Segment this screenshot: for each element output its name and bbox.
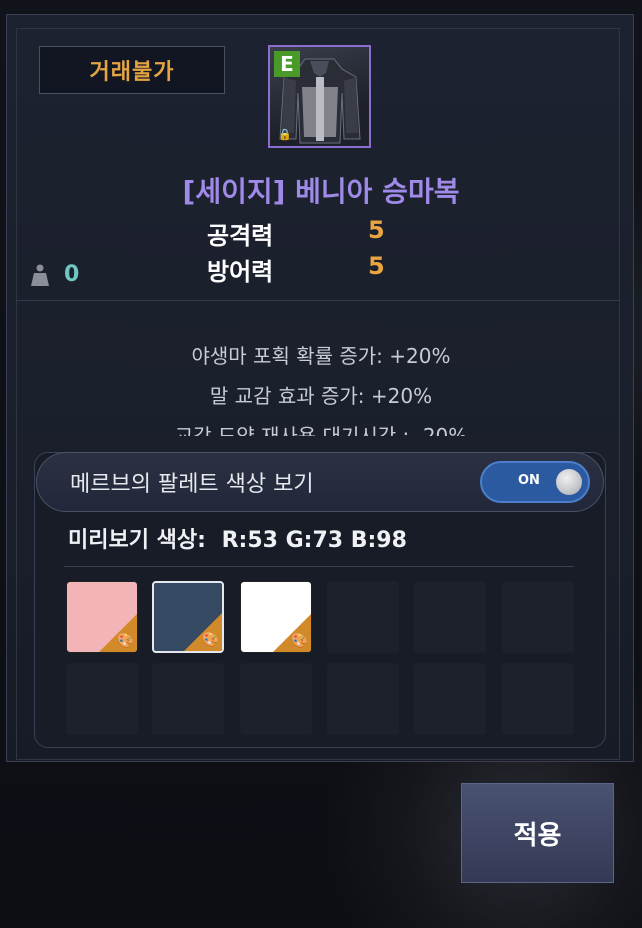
weight-icon xyxy=(31,264,49,286)
empty-swatch-slot[interactable] xyxy=(240,663,312,735)
item-icon: E 🔒 xyxy=(268,45,371,148)
empty-swatch-slot[interactable] xyxy=(152,663,224,735)
item-name: [세이지] 베니아 승마복 xyxy=(182,175,460,208)
empty-swatch-slot[interactable] xyxy=(414,663,486,735)
item-grade-badge: E xyxy=(274,51,300,77)
empty-swatch-slot[interactable] xyxy=(327,581,399,653)
palette-toggle[interactable]: ON xyxy=(480,461,590,503)
apply-button[interactable]: 적용 xyxy=(461,783,614,883)
trade-status-badge: 거래불가 xyxy=(39,46,225,94)
stat-attack-label: 공격력 xyxy=(207,222,274,250)
palette-icon: 🎨 xyxy=(201,632,219,648)
toggle-label: ON xyxy=(518,473,540,488)
palette-icon: 🎨 xyxy=(116,633,134,649)
stat-defense-value: 5 xyxy=(368,252,385,280)
preview-divider xyxy=(64,566,574,567)
stat-defense-label: 방어력 xyxy=(207,258,274,286)
empty-swatch-slot[interactable] xyxy=(327,663,399,735)
effect-line: 교감 도약 재사용 대기시간 : -20% xyxy=(174,424,468,436)
preview-label: 미리보기 색상: xyxy=(68,528,206,553)
toggle-knob[interactable] xyxy=(556,469,582,495)
color-swatch[interactable]: 🎨 xyxy=(66,581,138,653)
color-swatch[interactable]: 🎨 xyxy=(240,581,312,653)
empty-swatch-slot[interactable] xyxy=(414,581,486,653)
lock-icon: 🔒 xyxy=(278,128,292,141)
preview-color-row: 미리보기 색상: R:53 G:73 B:98 xyxy=(68,522,407,554)
section-divider xyxy=(16,300,620,301)
stat-attack-value: 5 xyxy=(368,216,385,244)
weight-indicator: 0 xyxy=(30,262,79,287)
effect-line: 말 교감 효과 증가: +20% xyxy=(209,384,433,408)
empty-swatch-slot[interactable] xyxy=(66,663,138,735)
palette-icon: 🎨 xyxy=(290,633,308,649)
empty-swatch-slot[interactable] xyxy=(502,581,574,653)
empty-swatch-slot[interactable] xyxy=(502,663,574,735)
effect-line: 야생마 포획 확률 증가: +20% xyxy=(191,344,451,368)
color-swatch[interactable]: 🎨 xyxy=(152,581,224,653)
weight-value: 0 xyxy=(64,262,80,287)
palette-title: 메르브의 팔레트 색상 보기 xyxy=(70,472,314,497)
preview-value: R:53 G:73 B:98 xyxy=(221,528,407,553)
